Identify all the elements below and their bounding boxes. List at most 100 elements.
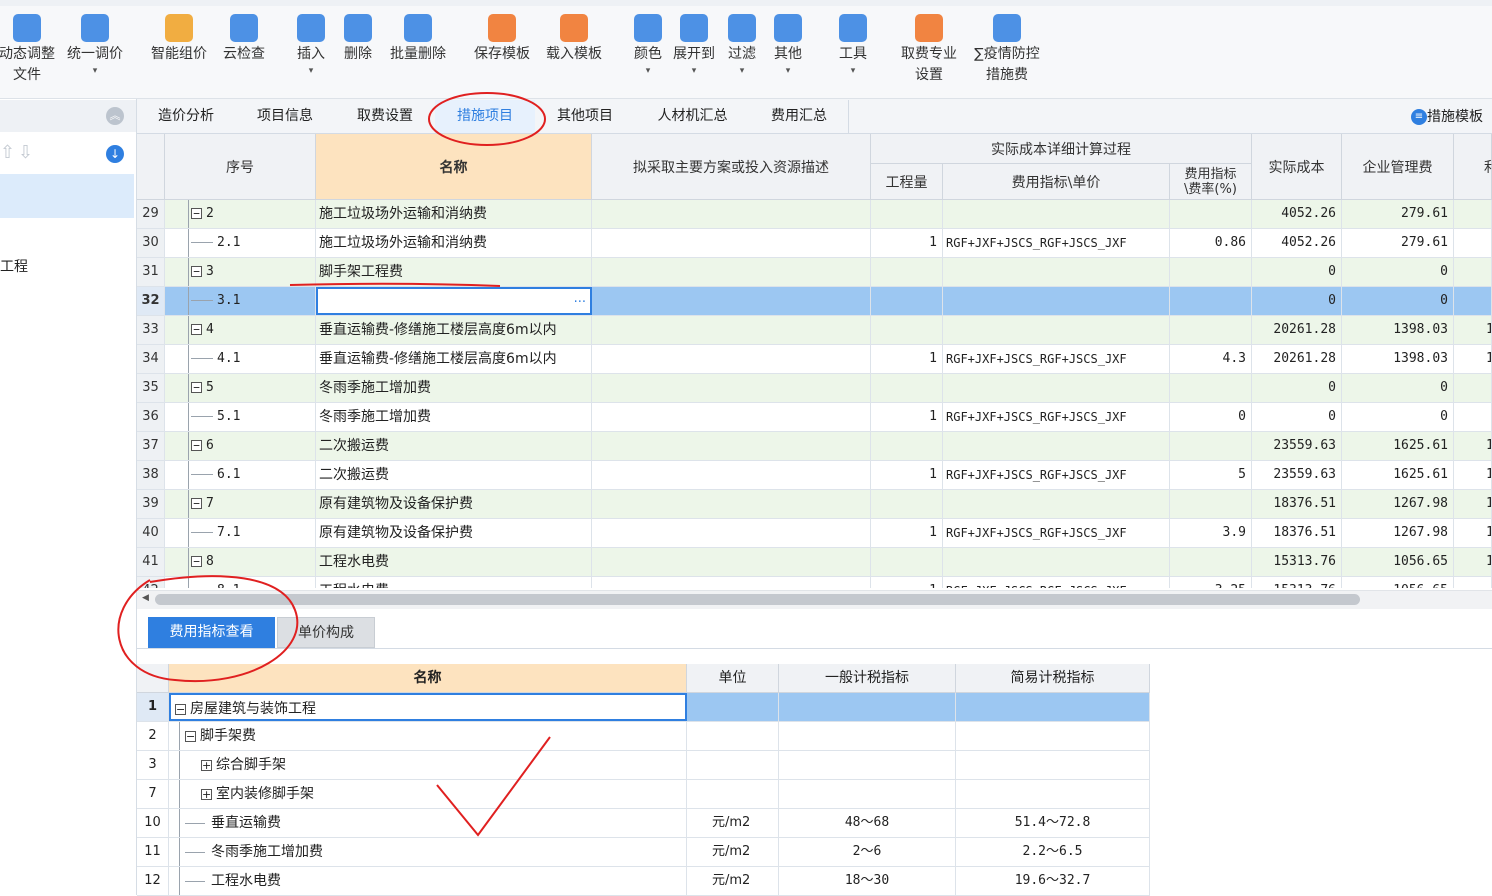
- table-row[interactable]: 34 4.1 垂直运输费-修缮施工楼层高度6m以内 1 RGF+JXF+JSCS_RGF…: [137, 345, 1492, 374]
- table-row[interactable]: 29−2 施工垃圾场外运输和消纳费 4052.26 279.61: [137, 200, 1492, 229]
- bottom-tab-1[interactable]: 单价构成: [277, 617, 375, 648]
- cell-seq[interactable]: −7: [165, 490, 316, 518]
- collapse-toggle-icon[interactable]: −: [191, 382, 202, 393]
- cell-qty[interactable]: 1: [871, 403, 943, 431]
- table-row[interactable]: 37−6二次搬运费23559.631625.611: [137, 432, 1492, 461]
- bottom-cell-unit[interactable]: [687, 693, 779, 721]
- cell-actual[interactable]: 15313.76: [1252, 577, 1342, 588]
- cell-formula[interactable]: [943, 548, 1170, 576]
- cell-extra[interactable]: [1454, 403, 1492, 431]
- cell-formula[interactable]: RGF+JXF+JSCS_RGF+JSCS_JXF: [943, 461, 1170, 489]
- cell-formula[interactable]: RGF+JXF+JSCS_RGF+JSCS_JXF: [943, 345, 1170, 373]
- table-row[interactable]: 30 2.1 施工垃圾场外运输和消纳费 1 RGF+JXF+JSCS_RGF+JSCS_…: [137, 229, 1492, 258]
- cell-qty[interactable]: [871, 432, 943, 460]
- cell-desc[interactable]: [592, 345, 871, 373]
- cell-mgmt[interactable]: 1625.61: [1342, 461, 1454, 489]
- bottom-tab-0[interactable]: 费用指标查看: [148, 617, 275, 648]
- bottom-cell-unit[interactable]: 元/m2: [687, 838, 779, 866]
- cell-mgmt[interactable]: 1267.98: [1342, 519, 1454, 547]
- list-item[interactable]: 7 + 室内装修脚手架: [137, 780, 1150, 809]
- cell-desc[interactable]: [592, 229, 871, 257]
- scrollbar-thumb[interactable]: [155, 594, 1360, 605]
- cell-extra[interactable]: [1454, 258, 1492, 286]
- cell-mgmt[interactable]: 1056.65: [1342, 548, 1454, 576]
- cell-qty[interactable]: [871, 374, 943, 402]
- cell-rate[interactable]: 0: [1170, 403, 1252, 431]
- cell-qty[interactable]: [871, 287, 943, 315]
- bottom-name-header[interactable]: 名称: [169, 664, 687, 693]
- bottom-cell-general[interactable]: [779, 780, 956, 808]
- collapse-toggle-icon[interactable]: −: [191, 208, 202, 219]
- cell-mgmt[interactable]: 1398.03: [1342, 316, 1454, 344]
- bottom-cell-simple[interactable]: 2.2～6.5: [956, 838, 1150, 866]
- bottom-general-tax-header[interactable]: 一般计税指标: [779, 664, 956, 693]
- bottom-cell-simple[interactable]: 19.6～32.7: [956, 867, 1150, 895]
- cell-actual[interactable]: 0: [1252, 287, 1342, 315]
- cell-actual[interactable]: 15313.76: [1252, 548, 1342, 576]
- cell-name[interactable]: 脚手架工程费: [316, 258, 592, 286]
- cell-formula[interactable]: [943, 287, 1170, 315]
- bottom-cell-unit[interactable]: [687, 722, 779, 750]
- cell-extra[interactable]: [1454, 229, 1492, 257]
- cell-actual[interactable]: 0: [1252, 374, 1342, 402]
- table-row[interactable]: 32 3.1 ··· 0 0: [137, 287, 1492, 316]
- cell-qty[interactable]: 1: [871, 229, 943, 257]
- cell-formula[interactable]: [943, 432, 1170, 460]
- scroll-left-icon[interactable]: ◀: [142, 593, 149, 603]
- cell-actual[interactable]: 4052.26: [1252, 200, 1342, 228]
- cell-seq[interactable]: 6.1: [165, 461, 316, 489]
- cell-mgmt[interactable]: 1056.65: [1342, 577, 1454, 588]
- table-row[interactable]: 35−5 冬雨季施工增加费 0 0: [137, 374, 1492, 403]
- table-row[interactable]: 38 6.1 二次搬运费 1 RGF+JXF+JSCS_RGF+JSCS_JXF 5 235…: [137, 461, 1492, 490]
- cell-seq[interactable]: −3: [165, 258, 316, 286]
- cell-name[interactable]: 施工垃圾场外运输和消纳费: [316, 229, 592, 257]
- cell-extra[interactable]: [1454, 200, 1492, 228]
- list-item[interactable]: 11 冬雨季施工增加费 元/m2 2～6 2.2～6.5: [137, 838, 1150, 867]
- bottom-cell-name[interactable]: 冬雨季施工增加费: [169, 838, 687, 866]
- bottom-cell-simple[interactable]: 51.4～72.8: [956, 809, 1150, 837]
- cell-seq[interactable]: −4: [165, 316, 316, 344]
- expand-toggle-icon[interactable]: +: [201, 759, 212, 771]
- bottom-cell-simple[interactable]: [956, 693, 1150, 721]
- cell-seq[interactable]: −2: [165, 200, 316, 228]
- cell-qty[interactable]: [871, 316, 943, 344]
- cell-actual[interactable]: 20261.28: [1252, 345, 1342, 373]
- cell-rate[interactable]: [1170, 374, 1252, 402]
- cell-name[interactable]: 工程水电费: [316, 548, 592, 576]
- cell-formula[interactable]: RGF+JXF+JSCS_RGF+JSCS_JXF: [943, 403, 1170, 431]
- cell-mgmt[interactable]: 1625.61: [1342, 432, 1454, 460]
- bottom-cell-name[interactable]: − 脚手架费: [169, 722, 687, 750]
- cell-name[interactable]: 工程水电费: [316, 577, 592, 588]
- cell-extra[interactable]: 1: [1454, 490, 1492, 518]
- cell-seq[interactable]: 5.1: [165, 403, 316, 431]
- list-item[interactable]: 1− 房屋建筑与装饰工程: [137, 693, 1150, 722]
- collapse-toggle-icon[interactable]: −: [185, 730, 196, 742]
- expand-toggle-icon[interactable]: +: [201, 788, 212, 800]
- cell-actual[interactable]: 20261.28: [1252, 316, 1342, 344]
- cell-desc[interactable]: [592, 374, 871, 402]
- bottom-cell-general[interactable]: 48～68: [779, 809, 956, 837]
- cell-mgmt[interactable]: 0: [1342, 287, 1454, 315]
- cell-qty[interactable]: [871, 200, 943, 228]
- table-row[interactable]: 33−4垂直运输费-修缮施工楼层高度6m以内20261.281398.031: [137, 316, 1492, 345]
- collapse-toggle-icon[interactable]: −: [191, 556, 202, 567]
- cell-name[interactable]: 垂直运输费-修缮施工楼层高度6m以内: [316, 316, 592, 344]
- bottom-cell-unit[interactable]: [687, 780, 779, 808]
- cell-rate[interactable]: 5: [1170, 461, 1252, 489]
- bottom-cell-unit[interactable]: 元/m2: [687, 809, 779, 837]
- cell-qty[interactable]: 1: [871, 519, 943, 547]
- list-item[interactable]: 10 垂直运输费 元/m2 48～68 51.4～72.8: [137, 809, 1150, 838]
- cell-desc[interactable]: [592, 461, 871, 489]
- cell-mgmt[interactable]: 1267.98: [1342, 490, 1454, 518]
- cell-name[interactable]: 二次搬运费: [316, 461, 592, 489]
- cell-extra[interactable]: 1: [1454, 432, 1492, 460]
- cell-desc[interactable]: [592, 490, 871, 518]
- cell-qty[interactable]: 1: [871, 345, 943, 373]
- cell-desc[interactable]: [592, 200, 871, 228]
- cell-mgmt[interactable]: 0: [1342, 258, 1454, 286]
- cell-actual[interactable]: 18376.51: [1252, 519, 1342, 547]
- cell-mgmt[interactable]: 0: [1342, 403, 1454, 431]
- cell-desc[interactable]: [592, 548, 871, 576]
- bottom-cell-simple[interactable]: [956, 722, 1150, 750]
- cell-qty[interactable]: 1: [871, 577, 943, 588]
